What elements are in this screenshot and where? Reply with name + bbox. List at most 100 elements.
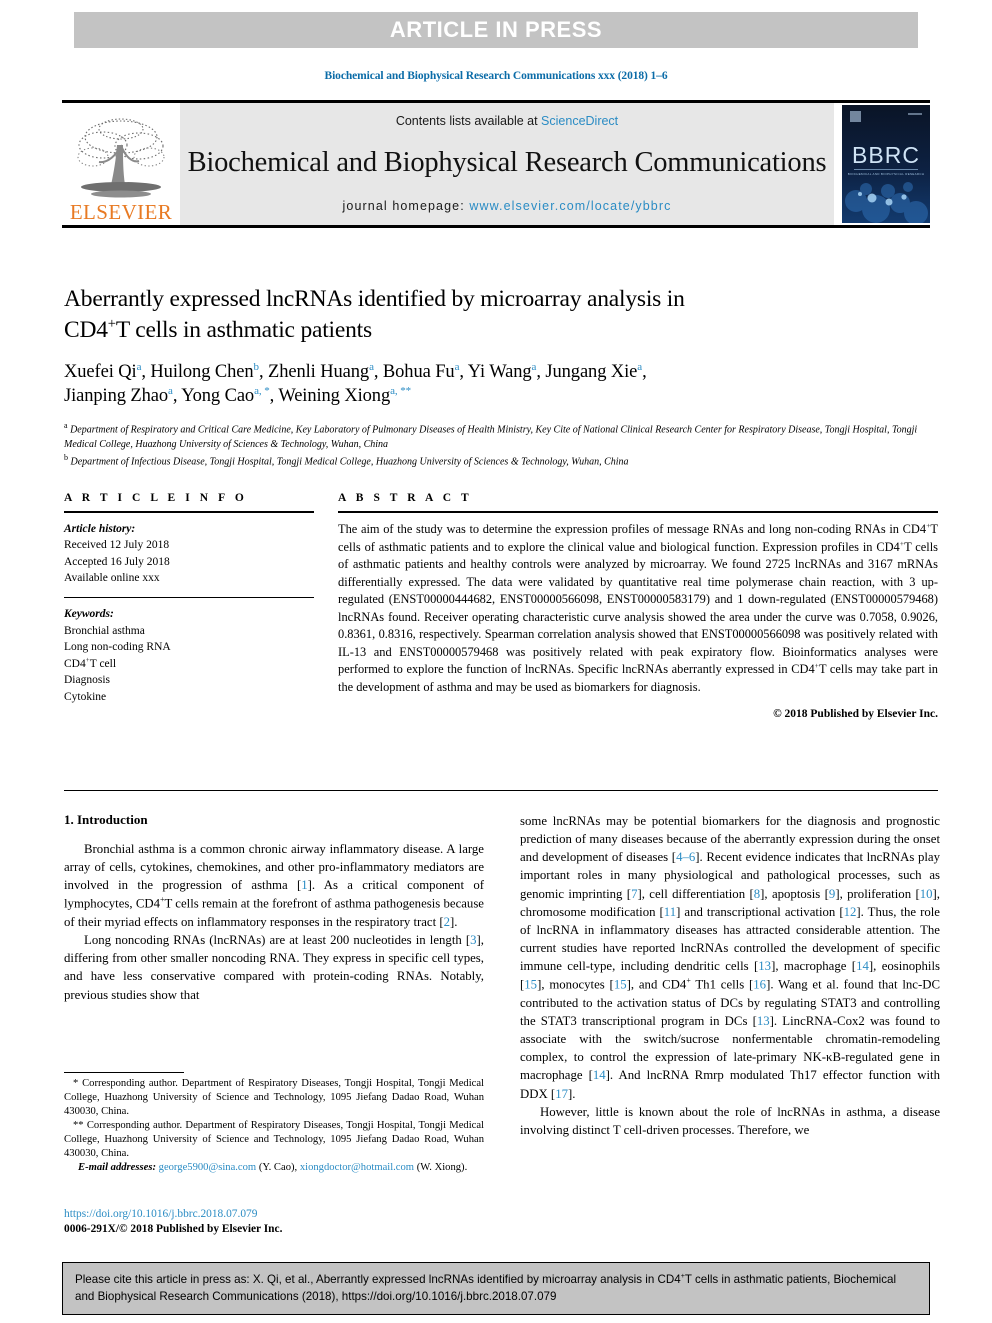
reference-link[interactable]: 13 <box>757 1014 770 1028</box>
keywords-rule <box>64 597 314 599</box>
cite-this-article-box: Please cite this article in press as: X.… <box>62 1262 930 1316</box>
author-name[interactable]: Weining Xiong <box>278 387 390 407</box>
author-affiliation-mark: b <box>253 360 260 373</box>
cite-text: Please cite this article in press as: X.… <box>75 1271 917 1305</box>
abstract-part-3: T cells of asthmatic patients and health… <box>338 539 938 677</box>
journal-homepage-line: journal homepage: www.elsevier.com/locat… <box>343 199 672 213</box>
contents-line: Contents lists available at ScienceDirec… <box>396 114 618 128</box>
corresponding-author-mark: , ** <box>394 385 412 398</box>
elsevier-logo: ELSEVIER <box>62 103 180 225</box>
article-title-line2-pre: CD4 <box>64 316 108 343</box>
author-affiliation-mark: a <box>531 360 537 373</box>
body-column-right: some lncRNAs may be potential biomarkers… <box>520 812 940 1139</box>
author-name[interactable]: Jianping Zhao <box>64 387 168 407</box>
corresponding-author-note-2: ** Corresponding author. Department of R… <box>64 1119 484 1161</box>
email-link-xiong[interactable]: xiongdoctor@hotmail.com <box>300 1162 414 1173</box>
keyword-item: Cytokine <box>64 690 107 703</box>
reference-link[interactable]: 12 <box>844 905 857 919</box>
affiliation-b-label: b <box>64 453 68 463</box>
cite-line-a: Please cite this article in press as: X.… <box>75 1272 681 1286</box>
author-name[interactable]: Xuefei Qi <box>64 362 137 382</box>
journal-homepage-link[interactable]: www.elsevier.com/locate/ybbrc <box>469 199 671 213</box>
author-name[interactable]: Yong Cao <box>181 387 254 407</box>
intro-paragraph-2: Long noncoding RNAs (lncRNAs) are at lea… <box>64 931 484 1004</box>
svg-text:BIOCHEMICAL AND BIOPHYSICAL RE: BIOCHEMICAL AND BIOPHYSICAL RESEARCH <box>848 172 925 176</box>
article-title-superscript: + <box>107 315 116 332</box>
abstract-rule <box>338 511 938 513</box>
intro-r1-l: ], and CD4 <box>626 977 687 992</box>
reference-link[interactable]: 11 <box>664 905 676 919</box>
masthead-bottom-rule <box>62 225 930 228</box>
reference-link[interactable]: 17 <box>555 1087 568 1101</box>
abstract-part-1: The aim of the study was to determine th… <box>338 522 927 537</box>
abstract-copyright: © 2018 Published by Elsevier Inc. <box>773 708 938 721</box>
article-history: Article history: Received 12 July 2018 A… <box>64 521 314 586</box>
article-title-line2-post: T cells in asthmatic patients <box>115 316 372 343</box>
author-name[interactable]: Jungang Xie <box>545 362 637 382</box>
author-name[interactable]: Yi Wang <box>468 362 532 382</box>
masthead-right: BBRC BIOCHEMICAL AND BIOPHYSICAL RESEARC… <box>834 103 930 225</box>
intro-paragraph-4: However, little is known about the role … <box>520 1104 940 1137</box>
article-info-rule <box>64 511 314 513</box>
email-owner-cao: (Y. Cao), <box>258 1162 298 1174</box>
homepage-prefix: journal homepage: <box>342 199 470 213</box>
doi-link[interactable]: https://doi.org/10.1016/j.bbrc.2018.07.0… <box>64 1207 484 1222</box>
journal-masthead: ELSEVIER Contents lists available at Sci… <box>62 100 930 228</box>
author-name[interactable]: Zhenli Huang <box>268 362 369 382</box>
author-affiliation-mark: a <box>637 360 643 373</box>
reference-link[interactable]: 15 <box>524 978 537 992</box>
intro-r1-d: ], apoptosis [ <box>760 886 829 901</box>
article-in-press-label: ARTICLE IN PRESS <box>389 17 603 42</box>
abstract-bottom-rule <box>64 790 938 791</box>
article-history-label: Article history: <box>64 523 136 535</box>
svg-text:BBRC: BBRC <box>852 142 920 168</box>
keyword-item: Diagnosis <box>64 674 110 687</box>
keywords-block: Keywords: Bronchial asthma Long non-codi… <box>64 606 314 705</box>
intro-r1-i: ], macrophage [ <box>771 959 857 974</box>
article-received: Received 12 July 2018 <box>64 539 170 552</box>
affiliation-b: b Department of Infectious Disease, Tong… <box>64 452 930 470</box>
corresponding-author-mark: , * <box>258 385 270 398</box>
footnotes: * Corresponding author. Department of Re… <box>64 1072 484 1176</box>
email-addresses-note: E-mail addresses: george5900@sina.com (Y… <box>64 1161 484 1175</box>
email-link-cao[interactable]: george5900@sina.com <box>159 1162 257 1173</box>
elsevier-tree-icon <box>77 118 165 198</box>
keyword-superscript: + <box>85 656 90 665</box>
reference-link[interactable]: 16 <box>753 978 766 992</box>
reference-link[interactable]: 10 <box>920 887 933 901</box>
running-head: Biochemical and Biophysical Research Com… <box>324 70 668 82</box>
keywords-label: Keywords: <box>64 608 114 621</box>
corresponding-text-2: Corresponding author. Department of Resp… <box>64 1120 484 1160</box>
author-name[interactable]: Huilong Chen <box>150 362 253 382</box>
keyword-item: Bronchial asthma <box>64 624 145 637</box>
author-list: Xuefei Qia, Huilong Chenb, Zhenli Huanga… <box>64 360 647 407</box>
author-affiliation-mark: a <box>136 360 142 373</box>
article-accepted: Accepted 16 July 2018 <box>64 555 170 568</box>
email-owner-xiong: (W. Xiong). <box>416 1162 468 1174</box>
intro-r1-m: Th1 cells [ <box>690 977 754 992</box>
sciencedirect-link[interactable]: ScienceDirect <box>541 114 618 128</box>
info-and-abstract: A R T I C L E I N F O Article history: R… <box>64 492 938 720</box>
bbrc-cover-art: BBRC BIOCHEMICAL AND BIOPHYSICAL RESEARC… <box>842 105 930 223</box>
affiliation-b-text: Department of Infectious Disease, Tongji… <box>70 456 629 468</box>
corresponding-mark-1: * <box>73 1078 79 1089</box>
article-page: ARTICLE IN PRESS Biochemical and Biophys… <box>0 0 992 1323</box>
intro-paragraph-3: some lncRNAs may be potential biomarkers… <box>520 812 940 1103</box>
reference-link[interactable]: 13 <box>758 959 771 973</box>
issn-copyright: 0006-291X/© 2018 Published by Elsevier I… <box>64 1223 283 1236</box>
reference-link[interactable]: 15 <box>614 978 627 992</box>
author-name[interactable]: Bohua Fu <box>383 362 455 382</box>
section-heading-introduction: 1. Introduction <box>64 812 148 827</box>
affiliations: a Department of Respiratory and Critical… <box>64 420 930 469</box>
footnote-rule <box>64 1072 184 1073</box>
journal-cover-image: BBRC BIOCHEMICAL AND BIOPHYSICAL RESEARC… <box>842 105 930 223</box>
journal-title: Biochemical and Biophysical Research Com… <box>187 147 827 179</box>
intro-r1-q: ]. <box>567 1086 576 1101</box>
reference-link[interactable]: 14 <box>856 959 869 973</box>
affiliation-a: a Department of Respiratory and Critical… <box>64 420 930 452</box>
author-affiliation-mark: a <box>454 360 460 373</box>
reference-link[interactable]: 4–6 <box>676 850 695 864</box>
intro-r1-g: ] and transcriptional activation [ <box>676 904 844 919</box>
reference-link[interactable]: 14 <box>593 1068 606 1082</box>
keyword-item: CD4+T cell <box>64 656 117 671</box>
